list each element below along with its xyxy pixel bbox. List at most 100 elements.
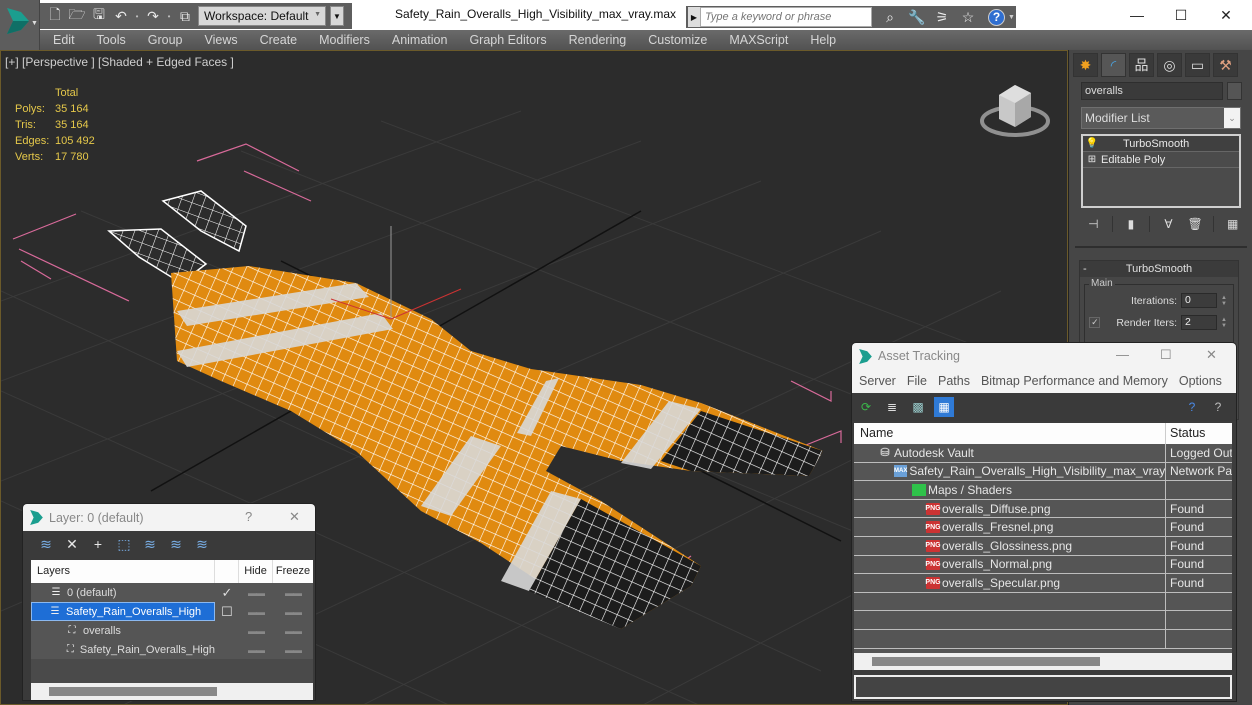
column-hide[interactable]: Hide xyxy=(239,560,273,583)
close-button[interactable]: ✕ xyxy=(1206,347,1217,363)
save-icon[interactable]: 🖫 xyxy=(90,6,108,25)
menu-group[interactable]: Group xyxy=(137,33,194,47)
key-icon[interactable]: 🔧 xyxy=(908,9,925,26)
help-icon[interactable]: ? xyxy=(1182,397,1202,417)
menu-file[interactable]: File xyxy=(903,374,931,388)
column-status[interactable]: Status xyxy=(1166,423,1232,444)
motion-tab[interactable]: ◎ xyxy=(1157,53,1182,77)
help-button[interactable]: ? ▼ xyxy=(988,8,1015,26)
menu-modifiers[interactable]: Modifiers xyxy=(308,33,381,47)
scrollbar-thumb[interactable] xyxy=(872,657,1100,666)
menu-create[interactable]: Create xyxy=(249,33,309,47)
dialog-title-bar[interactable]: Layer: 0 (default) ? ✕ xyxy=(23,504,315,531)
thumbnail-view-icon[interactable]: ▩ xyxy=(908,397,928,417)
open-file-icon[interactable]: 🗁 xyxy=(68,6,86,25)
asset-path-field[interactable] xyxy=(854,675,1232,699)
asset-row[interactable]: Maps / Shaders xyxy=(854,481,1232,500)
maximize-button[interactable]: ☐ xyxy=(1160,347,1172,363)
hierarchy-tab[interactable]: 品 xyxy=(1129,53,1154,77)
layer-object-row[interactable]: ⛶ Safety_Rain_Overalls_High ▬▬ ▬▬ xyxy=(31,640,313,659)
spinner-arrows-icon[interactable]: ▲ ▼ xyxy=(1221,295,1227,307)
viewcube[interactable] xyxy=(977,81,1053,141)
hide-toggle[interactable]: ▬▬ xyxy=(239,645,273,655)
hide-toggle[interactable]: ▬▬ xyxy=(239,626,273,636)
show-end-result-icon[interactable]: ▮ xyxy=(1123,217,1140,231)
select-layer-icon[interactable]: ≋ xyxy=(141,535,159,553)
hide-toggle[interactable]: ▬▬ xyxy=(239,607,273,617)
layer-properties-icon[interactable]: ≋ xyxy=(193,535,211,553)
display-tab[interactable]: ▭ xyxy=(1185,53,1210,77)
set-current-layer-icon[interactable]: ≋ xyxy=(167,535,185,553)
column-layers[interactable]: Layers xyxy=(31,560,215,583)
freeze-toggle[interactable]: ▬▬ xyxy=(273,645,313,655)
scrollbar-thumb[interactable] xyxy=(49,687,217,696)
menu-maxscript[interactable]: MAXScript xyxy=(718,33,799,47)
column-name[interactable]: Name xyxy=(854,423,1166,444)
menu-paths[interactable]: Paths xyxy=(934,374,974,388)
asset-row[interactable]: PNG overalls_Diffuse.png Found xyxy=(854,499,1232,519)
close-button[interactable]: ✕ xyxy=(1203,4,1249,26)
pin-stack-icon[interactable]: ⊣ xyxy=(1085,217,1102,231)
layer-row[interactable]: ☰ 0 (default) ✓ ▬▬ ▬▬ xyxy=(31,583,313,602)
viewport-label-menu[interactable]: [+] [Perspective ] [Shaded + Edged Faces… xyxy=(5,55,234,69)
menu-edit[interactable]: Edit xyxy=(40,33,86,47)
minimize-button[interactable]: — xyxy=(1114,4,1160,26)
table-view-icon[interactable]: ▦ xyxy=(934,397,954,417)
menu-views[interactable]: Views xyxy=(193,33,248,47)
make-unique-icon[interactable]: ∀ xyxy=(1160,217,1177,231)
modifier-list-dropdown[interactable]: Modifier List ⌄ xyxy=(1081,107,1241,129)
workspace-dropdown[interactable]: Workspace: Default ▼ xyxy=(198,6,326,26)
hide-toggle[interactable]: ▬▬ xyxy=(239,588,273,598)
modify-tab[interactable]: ◜ xyxy=(1101,53,1126,77)
dialog-title-bar[interactable]: Asset Tracking — ☐ ✕ xyxy=(852,343,1236,369)
remove-modifier-icon[interactable]: 🗑 xyxy=(1187,217,1204,231)
utilities-tab[interactable]: ⚒ xyxy=(1213,53,1238,77)
rollout-header[interactable]: - TurboSmooth xyxy=(1080,261,1238,277)
lightbulb-icon[interactable]: 💡 xyxy=(1083,138,1101,149)
freeze-toggle[interactable]: ▬▬ xyxy=(273,626,313,636)
help-button[interactable]: ? xyxy=(245,509,252,524)
configure-sets-icon[interactable]: ▦ xyxy=(1224,217,1241,231)
maximize-button[interactable]: ☐ xyxy=(1158,4,1204,26)
asset-row[interactable]: PNG overalls_Normal.png Found xyxy=(854,555,1232,575)
object-name-field[interactable]: overalls xyxy=(1081,82,1223,100)
iterations-spinner[interactable]: 0 xyxy=(1181,293,1218,308)
current-layer-check[interactable]: ☐ xyxy=(215,604,239,620)
freeze-toggle[interactable]: ▬▬ xyxy=(273,607,313,617)
menu-tools[interactable]: Tools xyxy=(86,33,137,47)
render-iters-spinner[interactable]: 2 xyxy=(1181,315,1218,330)
menu-animation[interactable]: Animation xyxy=(381,33,459,47)
search-expand-icon[interactable]: ▶ xyxy=(688,7,700,27)
asset-row[interactable]: PNG overalls_Glossiness.png Found xyxy=(854,536,1232,556)
minimize-button[interactable]: — xyxy=(1116,347,1129,362)
horizontal-scrollbar[interactable] xyxy=(854,653,1232,670)
expand-icon[interactable]: ⊞ xyxy=(1083,154,1101,165)
menu-rendering[interactable]: Rendering xyxy=(558,33,638,47)
search-input[interactable] xyxy=(700,7,872,27)
close-button[interactable]: ✕ xyxy=(289,509,300,525)
binoculars-icon[interactable]: ⌕ xyxy=(882,9,898,26)
asset-row[interactable]: PNG overalls_Fresnel.png Found xyxy=(854,518,1232,537)
add-to-layer-icon[interactable]: + xyxy=(89,535,107,553)
layer-object-row[interactable]: ⛶ overalls ▬▬ ▬▬ xyxy=(31,621,313,640)
refresh-icon[interactable]: ⟳ xyxy=(856,397,876,417)
undo-icon[interactable]: ↶ xyxy=(112,7,130,25)
undo-dropdown-icon[interactable]: • xyxy=(134,12,140,21)
redo-icon[interactable]: ↷ xyxy=(144,7,162,25)
delete-layer-icon[interactable]: ✕ xyxy=(63,535,81,553)
asset-row[interactable]: PNG overalls_Specular.png Found xyxy=(854,574,1232,593)
menu-customize[interactable]: Customize xyxy=(637,33,718,47)
horizontal-scrollbar[interactable] xyxy=(31,683,313,700)
layer-row[interactable]: ☰ Safety_Rain_Overalls_High ☐ ▬▬ ▬▬ xyxy=(31,602,313,621)
column-current[interactable] xyxy=(215,560,239,583)
app-menu-button[interactable]: ▼ xyxy=(0,0,40,50)
project-folder-icon[interactable]: ⧉ xyxy=(176,7,194,25)
create-layer-icon[interactable]: ≋ xyxy=(37,535,55,553)
stack-item-editable-poly[interactable]: ⊞ Editable Poly xyxy=(1083,152,1239,168)
menu-bitmap-performance[interactable]: Bitmap Performance and Memory xyxy=(977,374,1172,388)
render-iters-checkbox[interactable]: ✓ xyxy=(1089,317,1101,328)
new-file-icon[interactable]: 🗋 xyxy=(46,6,64,25)
menu-graph-editors[interactable]: Graph Editors xyxy=(458,33,557,47)
menu-options[interactable]: Options xyxy=(1175,374,1226,388)
list-view-icon[interactable]: ≣ xyxy=(882,397,902,417)
